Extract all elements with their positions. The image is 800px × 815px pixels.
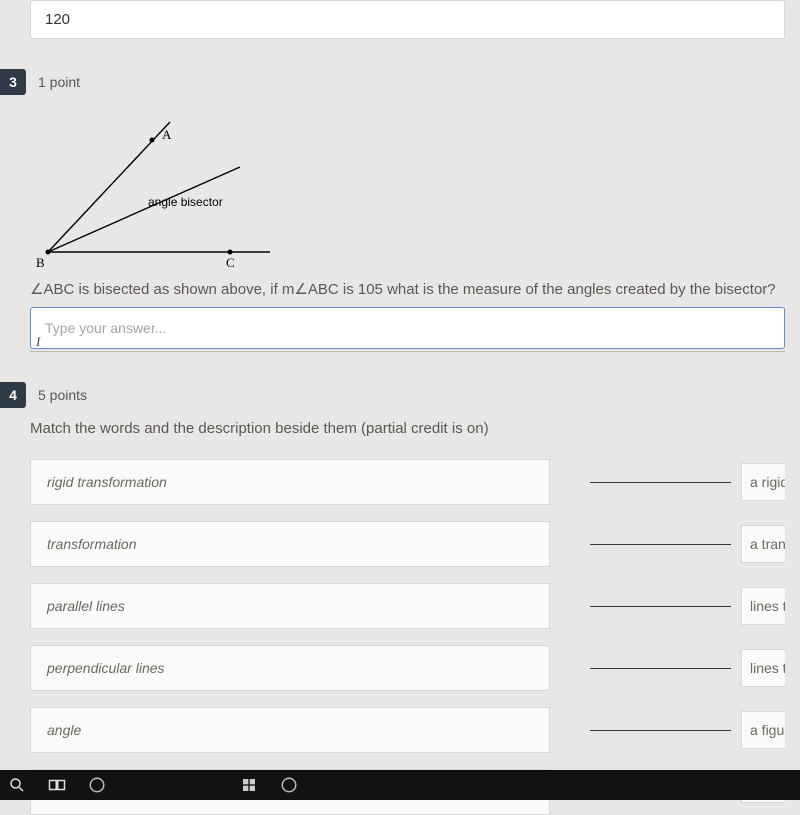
circle-icon[interactable] (88, 776, 106, 794)
taskbar (0, 770, 800, 800)
match-line (590, 544, 731, 545)
match-line (590, 606, 731, 607)
match-def[interactable]: lines t (741, 587, 785, 625)
match-term[interactable]: angle (30, 707, 550, 753)
match-line (590, 482, 731, 483)
match-row: parallel lines lines t (30, 583, 785, 629)
match-term[interactable]: parallel lines (30, 583, 550, 629)
app-icon[interactable] (240, 776, 258, 794)
match-def[interactable]: a figur (741, 711, 785, 749)
label-bisector: angle bisector (148, 195, 223, 209)
label-b: B (36, 255, 45, 271)
label-c: C (226, 255, 235, 271)
q3-points: 1 point (38, 74, 80, 90)
q4-points: 5 points (38, 387, 87, 403)
search-icon[interactable] (8, 776, 26, 794)
match-row: perpendicular lines lines t (30, 645, 785, 691)
angle-svg (30, 107, 290, 272)
label-a: A (162, 127, 171, 143)
angle-symbol-2: ∠ (294, 282, 307, 298)
match-def[interactable]: a tran (741, 525, 785, 563)
match-area: rigid transformation a rigid transformat… (30, 459, 785, 815)
angle-symbol-1: ∠ (30, 282, 43, 298)
match-term[interactable]: rigid transformation (30, 459, 550, 505)
match-term[interactable]: perpendicular lines (30, 645, 550, 691)
angle-diagram: A B C angle bisector (30, 107, 290, 272)
prev-answer-field[interactable]: 120 (30, 0, 785, 39)
q4-prompt: Match the words and the description besi… (30, 420, 785, 437)
underline (30, 351, 785, 352)
match-row: rigid transformation a rigid (30, 459, 785, 505)
circle-icon[interactable] (280, 776, 298, 794)
q3-header: 3 1 point (0, 69, 785, 95)
q3-number: 3 (0, 69, 26, 95)
match-line (590, 730, 731, 731)
match-line (590, 668, 731, 669)
q3-answer-input[interactable] (30, 307, 785, 349)
match-row: transformation a tran (30, 521, 785, 567)
q3-question: ∠ABC is bisected as shown above, if m∠AB… (30, 280, 785, 299)
match-term[interactable]: transformation (30, 521, 550, 567)
match-def[interactable]: lines t (741, 649, 785, 687)
q3-text-pre: ABC is bisected as shown above, if m (43, 281, 294, 298)
match-def[interactable]: a rigid (741, 463, 785, 501)
q3-text-post: ABC is 105 what is the measure of the an… (308, 281, 776, 298)
task-view-icon[interactable] (48, 776, 66, 794)
q4-header: 4 5 points (0, 382, 785, 408)
match-row: angle a figur (30, 707, 785, 753)
q4-number: 4 (0, 382, 26, 408)
